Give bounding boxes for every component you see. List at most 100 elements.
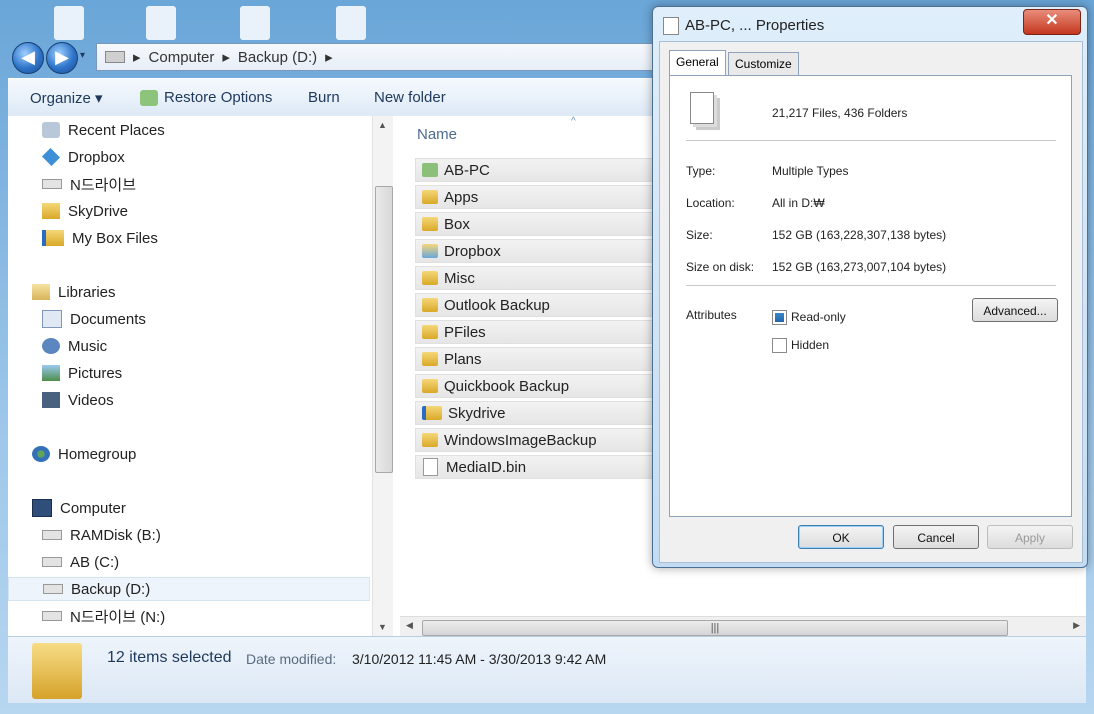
drive-icon (42, 557, 62, 567)
nav-item-documents[interactable]: Documents (8, 307, 404, 331)
nav-item-music[interactable]: Music (8, 334, 404, 358)
read-only-checkbox[interactable] (772, 310, 787, 325)
nav-item-n-drive-n[interactable]: N드라이브 (N:) (8, 604, 404, 628)
documents-icon (42, 310, 62, 328)
restore-options-button[interactable]: Restore Options (140, 89, 272, 106)
burn-button[interactable]: Burn (308, 89, 340, 106)
library-icon (32, 284, 50, 300)
nav-item-label: Videos (68, 391, 114, 409)
address-bar[interactable]: ▸ Computer ▸ Backup (D:) ▸ (96, 43, 658, 71)
recent-pages-chevron-icon[interactable]: ▾ (80, 50, 85, 61)
file-row-outlook-backup[interactable]: Outlook Backup (415, 293, 655, 317)
size-value: 152 GB (163,228,307,138 bytes) (772, 228, 947, 242)
folder-icon (422, 271, 438, 285)
nav-item-homegroup[interactable]: Homegroup (8, 442, 394, 466)
column-header-name[interactable]: Name (417, 126, 457, 143)
file-name: Dropbox (444, 242, 501, 260)
divider (686, 285, 1056, 286)
hidden-label: Hidden (791, 338, 830, 352)
organize-button[interactable]: Organize ▾ (30, 89, 103, 107)
scrollbar-thumb[interactable]: ||| (422, 620, 1008, 636)
forward-button[interactable]: ▶ (46, 42, 78, 74)
back-button[interactable]: ◀ (12, 42, 44, 74)
dialog-title: AB-PC, ... Properties (685, 17, 825, 34)
apply-button[interactable]: Apply (987, 525, 1073, 549)
desktop-file-icon (240, 6, 270, 40)
close-button[interactable]: ✕ (1023, 9, 1081, 35)
breadcrumb-computer[interactable]: Computer (149, 49, 215, 66)
file-name: Apps (444, 188, 479, 206)
desktop-background-icons (40, 2, 400, 42)
nav-item-my-box-files[interactable]: My Box Files (8, 226, 404, 250)
file-row-misc[interactable]: Misc (415, 266, 655, 290)
file-name: Outlook Backup (444, 296, 550, 314)
file-row-ab-pc[interactable]: AB-PC (415, 158, 655, 182)
nav-item-label: Backup (D:) (71, 580, 151, 598)
file-row-apps[interactable]: Apps (415, 185, 655, 209)
nav-item-label: AB (C:) (70, 553, 120, 571)
scroll-down-icon[interactable]: ▼ (378, 622, 387, 632)
desktop-file-icon (146, 6, 176, 40)
folder-icon (422, 190, 438, 204)
date-modified-label: Date modified: (246, 651, 337, 667)
file-name: AB-PC (444, 161, 490, 179)
nav-item-backup-d[interactable]: Backup (D:) (8, 577, 370, 601)
nav-item-skydrive[interactable]: SkyDrive (8, 199, 404, 223)
dropbox-icon (41, 147, 61, 167)
nav-item-pictures[interactable]: Pictures (8, 361, 404, 385)
nav-item-n-drive[interactable]: N드라이브 (8, 172, 404, 196)
folder-icon (422, 433, 438, 447)
navigation-pane: Recent Places Dropbox N드라이브 SkyDrive My … (8, 116, 370, 636)
file-row-dropbox[interactable]: Dropbox (415, 239, 655, 263)
divider (686, 140, 1056, 141)
file-row-quickbook-backup[interactable]: Quickbook Backup (415, 374, 655, 398)
nav-item-dropbox[interactable]: Dropbox (8, 145, 404, 169)
folder-icon (422, 352, 438, 366)
nav-item-recent-places[interactable]: Recent Places (8, 118, 404, 142)
drive-icon (43, 584, 63, 594)
nav-item-label: RAMDisk (B:) (70, 526, 161, 544)
horizontal-scrollbar[interactable]: ◀ ||| ▶ (400, 616, 1086, 637)
hidden-checkbox[interactable] (772, 338, 787, 353)
advanced-button[interactable]: Advanced... (972, 298, 1058, 322)
nav-item-label: Dropbox (68, 148, 125, 166)
file-row-pfiles[interactable]: PFiles (415, 320, 655, 344)
file-name: Quickbook Backup (444, 377, 570, 395)
nav-item-videos[interactable]: Videos (8, 388, 404, 412)
properties-dialog: AB-PC, ... Properties ✕ General Customiz… (652, 6, 1088, 568)
drive-icon (42, 530, 62, 540)
nav-item-label: N드라이브 (N:) (70, 608, 166, 626)
navigation-bar: ◀ ▶ ▾ ▸ Computer ▸ Backup (D:) ▸ (8, 40, 658, 74)
breadcrumb-backup-d[interactable]: Backup (D:) (238, 49, 317, 66)
ok-button[interactable]: OK (798, 525, 884, 549)
scroll-up-icon[interactable]: ▲ (378, 120, 387, 130)
nav-item-label: My Box Files (72, 229, 158, 247)
scroll-left-icon[interactable]: ◀ (406, 620, 413, 631)
folder-icon (422, 325, 438, 339)
navigation-scrollbar[interactable]: ▲ ▼ (372, 116, 393, 636)
nav-item-ramdisk[interactable]: RAMDisk (B:) (8, 523, 404, 547)
new-folder-button[interactable]: New folder (374, 89, 446, 106)
nav-item-label: Recent Places (68, 121, 165, 139)
music-icon (42, 338, 60, 354)
file-row-box[interactable]: Box (415, 212, 655, 236)
nav-item-ab-c[interactable]: AB (C:) (8, 550, 404, 574)
nav-item-libraries[interactable]: Libraries (8, 280, 394, 304)
tab-customize[interactable]: Customize (728, 52, 799, 76)
cancel-button[interactable]: Cancel (893, 525, 979, 549)
file-row-plans[interactable]: Plans (415, 347, 655, 371)
drive-icon (42, 179, 62, 189)
file-row-windowsimagebackup[interactable]: WindowsImageBackup (415, 428, 655, 452)
tab-general[interactable]: General (669, 50, 726, 78)
type-value: Multiple Types (772, 164, 849, 178)
file-row-skydrive[interactable]: Skydrive (415, 401, 655, 425)
nav-item-label: SkyDrive (68, 202, 129, 220)
scroll-right-icon[interactable]: ▶ (1073, 620, 1080, 631)
scrollbar-thumb[interactable] (375, 186, 393, 473)
nav-item-label: Homegroup (58, 445, 137, 463)
file-name: MediaID.bin (446, 458, 527, 476)
nav-item-computer[interactable]: Computer (8, 496, 394, 520)
file-row-mediaid-bin[interactable]: MediaID.bin (415, 455, 655, 479)
multiple-files-icon (690, 92, 714, 124)
details-pane: 12 items selected Date modified: 3/10/20… (8, 636, 1086, 703)
